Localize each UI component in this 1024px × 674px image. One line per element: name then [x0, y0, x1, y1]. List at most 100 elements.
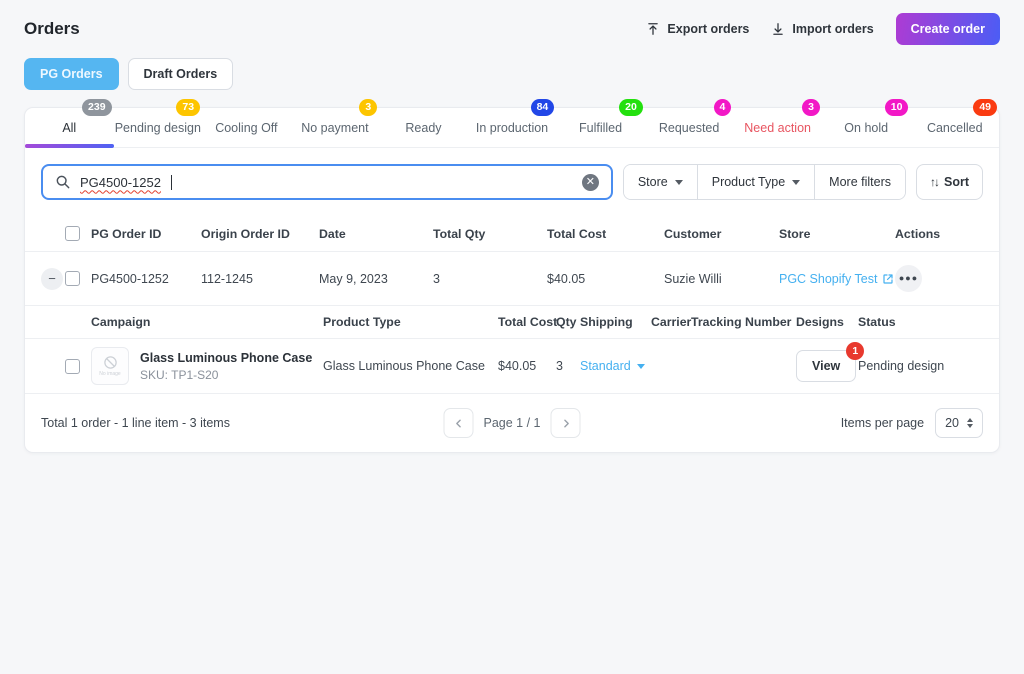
tab-ready[interactable]: Ready	[379, 108, 468, 147]
col-qty: Qty	[556, 315, 577, 330]
store-link-label: PGC Shopify Test	[779, 271, 878, 286]
store-filter-button[interactable]: Store	[623, 165, 698, 199]
product-type-filter-button[interactable]: Product Type	[697, 165, 816, 199]
more-filters-label: More filters	[829, 175, 891, 189]
tab-in-production-badge: 84	[530, 99, 555, 116]
page-header: Orders Export orders Import orders Creat…	[0, 0, 1024, 45]
chevron-right-icon	[559, 417, 572, 430]
order-customer: Suzie Willi	[664, 271, 722, 286]
items-per-page-select[interactable]: 20	[935, 408, 983, 439]
card-footer: Total 1 order - 1 line item - 3 items Pa…	[25, 394, 999, 452]
status-tabs: 239 All 73 Pending design Cooling Off 3 …	[25, 99, 999, 148]
line-status: Pending design	[858, 359, 945, 374]
order-row: − PG4500-1252 112-1245 May 9, 2023 3 $40…	[25, 252, 999, 307]
line-items-header: Campaign Product Type Total Cost Qty Shi…	[25, 306, 999, 340]
order-total-cost: $40.05	[547, 271, 586, 286]
tab-on-hold[interactable]: 10 On hold	[822, 99, 911, 147]
tab-fulfilled[interactable]: 20 Fulfilled	[556, 99, 645, 147]
import-orders-label: Import orders	[792, 22, 874, 36]
tab-draft-orders[interactable]: Draft Orders	[127, 58, 234, 90]
sort-arrows-icon: ↑↓	[930, 175, 940, 189]
tab-requested-label: Requested	[658, 121, 720, 135]
row-actions-icon[interactable]: ●●●	[895, 265, 922, 293]
col-campaign: Campaign	[91, 315, 151, 330]
col-shipping: Shipping	[580, 315, 633, 330]
search-icon	[55, 174, 71, 190]
col-product-type: Product Type	[323, 315, 401, 330]
tab-in-production[interactable]: 84 In production	[468, 99, 557, 147]
next-page-button[interactable]	[550, 408, 581, 439]
col-origin-order-id: Origin Order ID	[201, 226, 290, 241]
no-image-label: No image	[99, 371, 121, 378]
tab-on-hold-badge: 10	[884, 99, 909, 116]
tab-fulfilled-badge: 20	[619, 99, 643, 116]
tab-need-action-badge: 3	[802, 99, 820, 116]
more-filters-button[interactable]: More filters	[815, 165, 905, 199]
store-filter-label: Store	[637, 175, 668, 189]
tab-all[interactable]: 239 All	[25, 99, 114, 148]
import-icon	[771, 22, 785, 36]
store-link[interactable]: PGC Shopify Test	[779, 272, 895, 286]
external-link-icon	[882, 273, 894, 285]
chevron-down-icon	[636, 363, 645, 369]
checkbox-spacer	[65, 313, 91, 331]
line-item-row: No image Glass Luminous Phone Case SKU: …	[25, 339, 999, 395]
line-total-cost: $40.05	[498, 359, 537, 374]
tab-requested[interactable]: 4 Requested	[645, 99, 734, 147]
col-pg-order-id: PG Order ID	[91, 226, 162, 241]
clear-search-icon[interactable]: ✕	[581, 173, 599, 191]
expander-spacer	[41, 313, 65, 331]
tab-cancelled[interactable]: 49 Cancelled	[910, 99, 999, 147]
chevron-down-icon	[792, 179, 801, 185]
tab-cancelled-badge: 49	[973, 99, 998, 116]
order-checkbox[interactable]	[65, 271, 80, 287]
product-thumbnail: No image	[91, 347, 129, 386]
previous-page-button[interactable]	[443, 408, 474, 439]
view-designs-button[interactable]: View 1	[796, 342, 865, 383]
tab-cooling-off-label: Cooling Off	[215, 121, 278, 135]
header-actions: Export orders Import orders Create order	[646, 13, 1000, 45]
tab-pending-design-label: Pending design	[114, 121, 201, 135]
pagination: Page 1 / 1	[443, 408, 581, 439]
order-date: May 9, 2023	[319, 271, 388, 286]
create-order-button[interactable]: Create order	[895, 13, 1000, 45]
text-cursor	[170, 174, 172, 190]
collapse-row-button[interactable]: −	[41, 267, 63, 290]
totals-summary: Total 1 order - 1 line item - 3 items	[41, 416, 230, 431]
search-value: PG4500-1252	[80, 174, 161, 190]
tab-need-action-label: Need action	[744, 121, 811, 135]
tab-need-action[interactable]: 3 Need action	[733, 99, 822, 147]
tab-pg-orders[interactable]: PG Orders	[24, 58, 119, 90]
tab-cooling-off[interactable]: Cooling Off	[202, 108, 291, 147]
campaign-cell: No image Glass Luminous Phone Case SKU: …	[91, 347, 323, 386]
sort-button[interactable]: ↑↓ Sort	[916, 164, 983, 200]
col-total-qty: Total Qty	[433, 226, 486, 241]
shipping-method-dropdown[interactable]: Standard	[580, 359, 651, 373]
page-title: Orders	[24, 19, 80, 38]
items-per-page-label: Items per page	[840, 416, 925, 431]
col-actions: Actions	[895, 226, 941, 241]
tab-no-payment[interactable]: 3 No payment	[291, 99, 380, 147]
tab-fulfilled-label: Fulfilled	[579, 121, 623, 135]
col-store: Store	[779, 226, 811, 241]
line-item-checkbox[interactable]	[65, 358, 80, 374]
tab-all-label: All	[62, 121, 77, 135]
chevron-down-icon	[674, 179, 683, 185]
tab-ready-label: Ready	[405, 121, 442, 135]
designs-count-badge: 1	[846, 342, 865, 361]
col-tracking-number: Tracking Number	[691, 315, 792, 330]
import-orders-button[interactable]: Import orders	[771, 22, 874, 36]
line-qty: 3	[556, 359, 563, 374]
tab-cancelled-label: Cancelled	[926, 121, 983, 135]
export-icon	[646, 22, 660, 36]
tab-in-production-label: In production	[475, 121, 549, 135]
export-orders-button[interactable]: Export orders	[646, 22, 749, 36]
select-all-checkbox[interactable]	[65, 226, 80, 242]
order-type-tabs: PG Orders Draft Orders	[0, 45, 1024, 90]
tab-pending-design-badge: 73	[176, 99, 201, 116]
tab-pending-design[interactable]: 73 Pending design	[114, 99, 203, 147]
product-type-filter-label: Product Type	[711, 175, 786, 189]
order-total-qty: 3	[433, 271, 440, 286]
view-designs-label: View	[812, 359, 841, 374]
search-input[interactable]: PG4500-1252 ✕	[41, 164, 613, 200]
